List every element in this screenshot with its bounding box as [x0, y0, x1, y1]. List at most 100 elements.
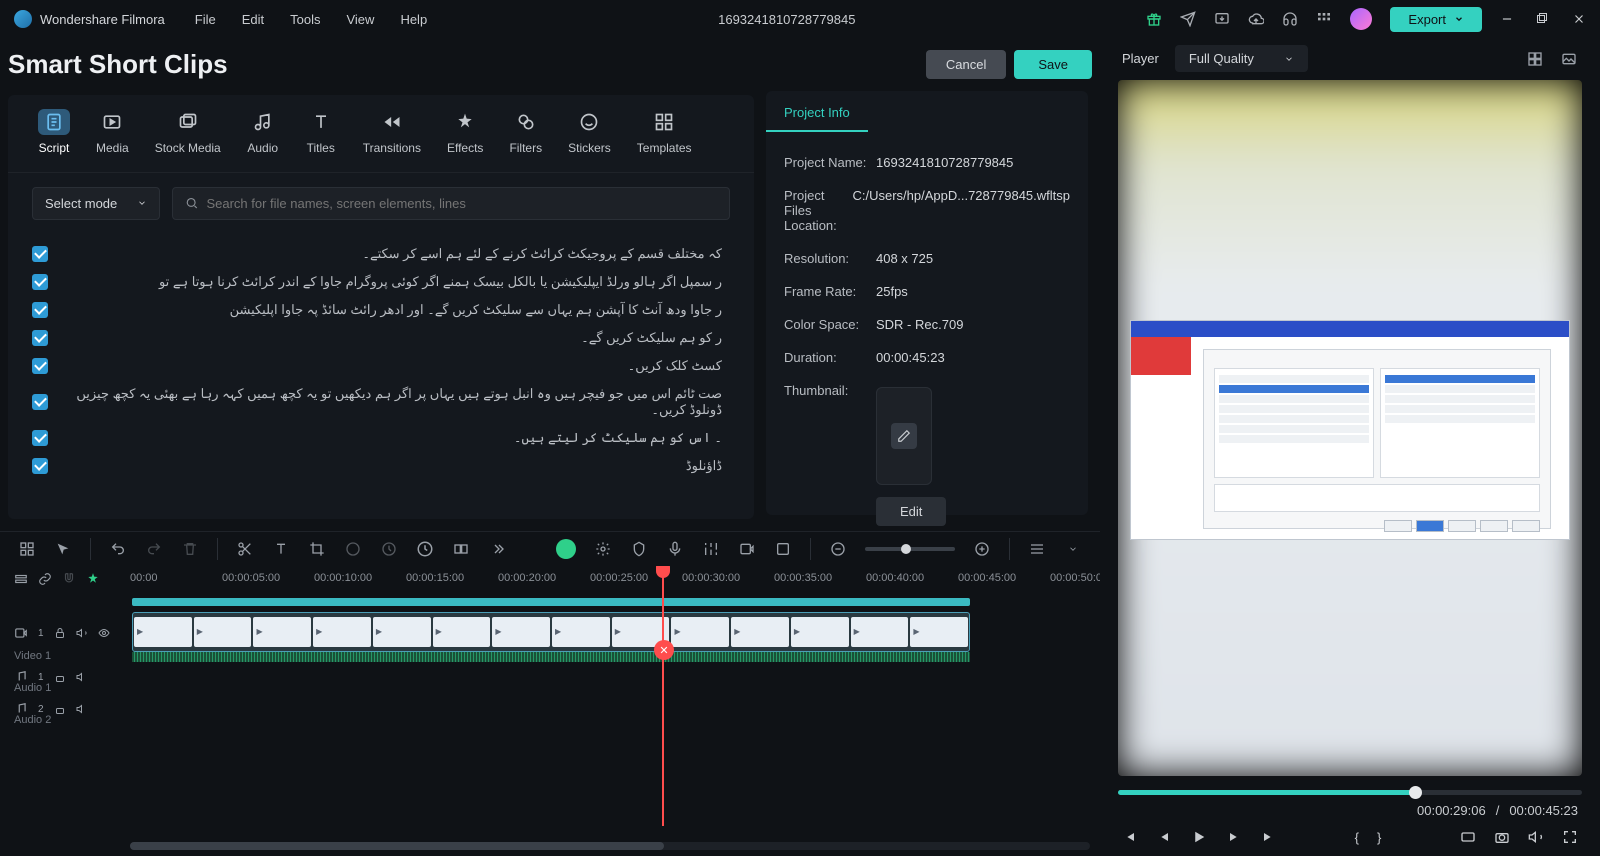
- gift-icon[interactable]: [1146, 11, 1162, 27]
- magnet-icon[interactable]: [62, 572, 76, 588]
- mute-icon[interactable]: [76, 703, 88, 715]
- timeline[interactable]: 00:00 00:00:05:00 00:00:10:00 00:00:15:0…: [0, 566, 1100, 856]
- headphones-icon[interactable]: [1282, 11, 1298, 27]
- prev-frame-icon[interactable]: [1122, 829, 1138, 845]
- zoom-in-icon[interactable]: [973, 540, 991, 558]
- fullscreen-icon[interactable]: [1562, 829, 1578, 845]
- cancel-button[interactable]: Cancel: [926, 50, 1006, 79]
- next-frame-icon[interactable]: [1260, 829, 1276, 845]
- lock-icon[interactable]: [54, 671, 66, 683]
- ruler[interactable]: 00:00 00:00:05:00 00:00:10:00 00:00:15:0…: [130, 566, 1100, 594]
- mic-icon[interactable]: [666, 540, 684, 558]
- tab-audio[interactable]: Audio: [235, 103, 291, 161]
- tab-titles[interactable]: Titles: [293, 103, 349, 161]
- export-button[interactable]: Export: [1390, 7, 1482, 32]
- script-line[interactable]: ۔ اس کو ہم سلیکٹ کر لیتے ہیں۔: [32, 424, 730, 452]
- chevron-down-icon[interactable]: [1064, 540, 1082, 558]
- ai-icon[interactable]: [416, 540, 434, 558]
- script-line[interactable]: ڈاؤنلوڈ: [32, 452, 730, 480]
- zoom-out-icon[interactable]: [829, 540, 847, 558]
- project-info-tab[interactable]: Project Info: [766, 91, 868, 132]
- auto-icon[interactable]: [452, 540, 470, 558]
- cut-marker-icon[interactable]: ✕: [654, 640, 674, 660]
- send-icon[interactable]: [1180, 11, 1196, 27]
- speed-icon[interactable]: [380, 540, 398, 558]
- grid-view-icon[interactable]: [1526, 50, 1544, 68]
- quality-select[interactable]: Full Quality: [1175, 45, 1308, 72]
- play-icon[interactable]: [1190, 828, 1208, 846]
- aspect-icon[interactable]: [1460, 829, 1476, 845]
- checkbox-icon[interactable]: [32, 246, 48, 262]
- text-track-clip[interactable]: [132, 598, 970, 606]
- checkbox-icon[interactable]: [32, 302, 48, 318]
- checkbox-icon[interactable]: [32, 358, 48, 374]
- script-line[interactable]: ر جاوا ودھ آنٹ کا آپشن ہم یہاں سے سلیکٹ …: [32, 296, 730, 324]
- tab-filters[interactable]: Filters: [497, 103, 554, 161]
- script-line[interactable]: ر سمپل اگر ہالو ورلڈ ایپلیکیشن یا بالکل …: [32, 268, 730, 296]
- link-icon[interactable]: [38, 572, 52, 588]
- mode-select[interactable]: Select mode: [32, 187, 160, 220]
- color-icon[interactable]: [344, 540, 362, 558]
- text-icon[interactable]: [272, 540, 290, 558]
- checkbox-icon[interactable]: [32, 274, 48, 290]
- checkbox-icon[interactable]: [32, 394, 48, 410]
- menu-help[interactable]: Help: [400, 12, 427, 27]
- playhead[interactable]: [662, 566, 664, 826]
- mute-icon[interactable]: [76, 627, 88, 639]
- apps-icon[interactable]: [1316, 11, 1332, 27]
- menu-edit[interactable]: Edit: [242, 12, 264, 27]
- lock-icon[interactable]: [54, 627, 66, 639]
- tab-stock-media[interactable]: Stock Media: [143, 103, 233, 161]
- script-line[interactable]: کہ مختلف قسم کے پروجیکٹ کرائٹ کرنے کے لئ…: [32, 240, 730, 268]
- more-icon[interactable]: [488, 540, 506, 558]
- track-view-icon[interactable]: [1028, 540, 1046, 558]
- redo-icon[interactable]: [145, 540, 163, 558]
- avatar-icon[interactable]: [556, 539, 576, 559]
- menu-file[interactable]: File: [195, 12, 216, 27]
- auto-ripple-icon[interactable]: [86, 572, 100, 588]
- tab-templates[interactable]: Templates: [625, 103, 704, 161]
- mark-out-icon[interactable]: }: [1377, 830, 1381, 845]
- progress-bar[interactable]: [1118, 790, 1582, 795]
- script-line[interactable]: ر کو ہم سلیکٹ کریں گے۔: [32, 324, 730, 352]
- checkbox-icon[interactable]: [32, 430, 48, 446]
- step-back-icon[interactable]: [1156, 829, 1172, 845]
- checkbox-icon[interactable]: [32, 458, 48, 474]
- edit-thumbnail-button[interactable]: Edit: [876, 497, 946, 526]
- mixer-icon[interactable]: [702, 540, 720, 558]
- snapshot-icon[interactable]: [1560, 50, 1578, 68]
- minimize-icon[interactable]: [1500, 12, 1514, 26]
- video-track-icon[interactable]: [14, 626, 28, 640]
- settings-icon[interactable]: [594, 540, 612, 558]
- menu-tools[interactable]: Tools: [290, 12, 320, 27]
- save-button[interactable]: Save: [1014, 50, 1092, 79]
- volume-icon[interactable]: [1528, 829, 1544, 845]
- tab-transitions[interactable]: Transitions: [351, 103, 433, 161]
- checkbox-icon[interactable]: [32, 330, 48, 346]
- mark-in-icon[interactable]: {: [1355, 830, 1359, 845]
- fit-icon[interactable]: [774, 540, 792, 558]
- mute-icon[interactable]: [76, 671, 88, 683]
- cloud-upload-icon[interactable]: [1248, 11, 1264, 27]
- layout-icon[interactable]: [18, 540, 36, 558]
- undo-icon[interactable]: [109, 540, 127, 558]
- maximize-icon[interactable]: [1536, 12, 1550, 26]
- crop-icon[interactable]: [308, 540, 326, 558]
- preview-area[interactable]: [1118, 80, 1582, 776]
- script-line[interactable]: صت ٹائم اس میں جو فیچر ہیں وہ انبل ہوتے …: [32, 380, 730, 424]
- save-local-icon[interactable]: [1214, 11, 1230, 27]
- zoom-slider[interactable]: [865, 547, 955, 551]
- delete-icon[interactable]: [181, 540, 199, 558]
- record-icon[interactable]: [738, 540, 756, 558]
- capture-icon[interactable]: [1494, 829, 1510, 845]
- tab-media[interactable]: Media: [84, 103, 141, 161]
- marker-icon[interactable]: [630, 540, 648, 558]
- cursor-icon[interactable]: [54, 540, 72, 558]
- thumbnail-box[interactable]: [876, 387, 932, 485]
- video-clip[interactable]: [132, 612, 970, 652]
- menu-view[interactable]: View: [346, 12, 374, 27]
- search-input[interactable]: [206, 196, 717, 211]
- tab-script[interactable]: Script: [26, 103, 82, 161]
- close-icon[interactable]: [1572, 12, 1586, 26]
- split-icon[interactable]: [236, 540, 254, 558]
